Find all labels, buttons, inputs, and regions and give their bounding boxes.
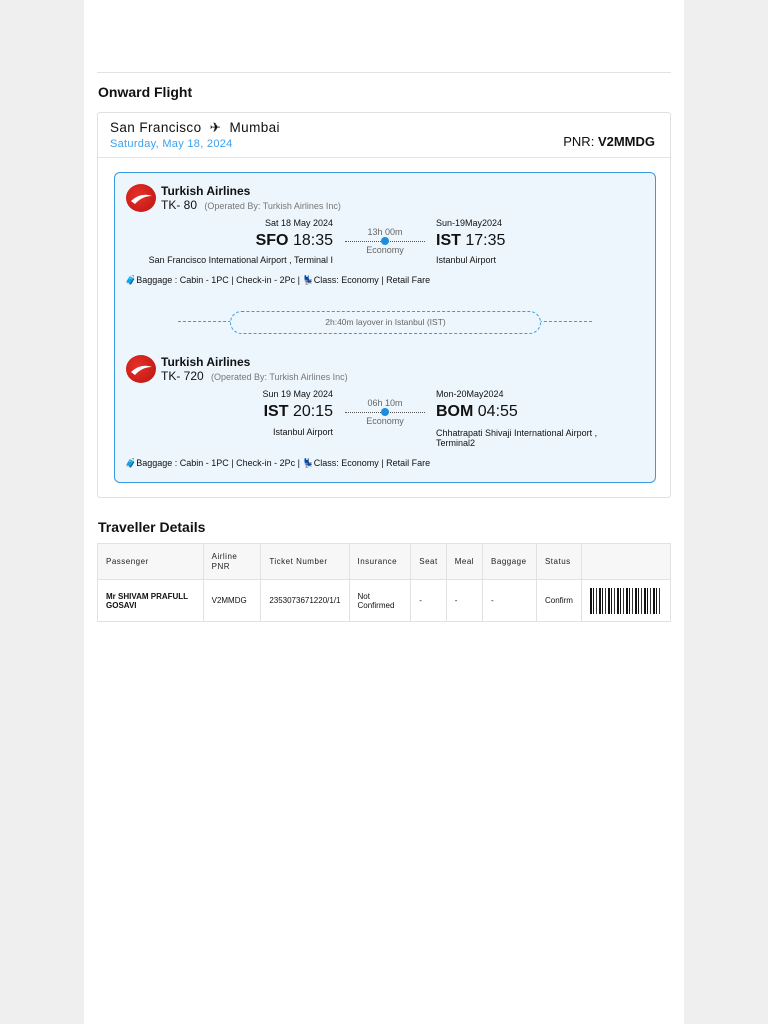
departure-date: Sat 18 May 2024 <box>264 218 333 228</box>
insurance: Not Confirmed <box>348 579 412 622</box>
baggage-icon: 🧳 <box>125 275 137 285</box>
departure-clock: 20:15 <box>292 403 333 420</box>
traveller-details-title: Traveller Details <box>98 519 206 535</box>
traveller-table: Passenger Airline PNR Ticket Number Insu… <box>97 543 671 622</box>
airline-name: Turkish Airlines <box>161 184 251 198</box>
flight-code: TK- 80 <box>161 198 198 212</box>
seat-icon: 💺 <box>302 458 314 468</box>
route: San Francisco ✈ Mumbai <box>110 120 280 136</box>
meal: - <box>445 579 484 622</box>
segment-1: Turkish Airlines TK- 80 (Operated By: Tu… <box>115 173 655 303</box>
arrival-clock: 04:55 <box>477 403 518 420</box>
class-info: Class: Economy | Retail Fare <box>313 458 431 468</box>
operated-by: (Operated By: Turkish Airlines Inc) <box>204 201 341 211</box>
arrival-airport: Chhatrapati Shivaji International Airpor… <box>436 428 598 448</box>
route-header: San Francisco ✈ Mumbai Saturday, May 18,… <box>98 113 670 158</box>
cabin: Economy <box>366 245 404 255</box>
col-ticket-number: Ticket Number <box>260 543 350 580</box>
onward-flight-title: Onward Flight <box>98 84 193 100</box>
pnr-value: V2MMDG <box>597 134 655 149</box>
segments-box: Turkish Airlines TK- 80 (Operated By: Tu… <box>114 172 656 483</box>
col-barcode <box>581 543 671 580</box>
baggage-icon: 🧳 <box>125 458 137 468</box>
departure-time: IST 20:15 <box>264 403 333 421</box>
layover-info: 2h:40m layover in Istanbul (IST) <box>230 311 541 334</box>
col-insurance: Insurance <box>348 543 412 580</box>
flight-code: TK- 720 <box>161 369 204 383</box>
table-row: Mr SHIVAM PRAFULL GOSAVI V2MMDG 23530736… <box>97 579 671 622</box>
baggage: - <box>482 579 537 622</box>
barcode-icon <box>590 587 662 614</box>
arrival-code: BOM <box>436 403 474 420</box>
arrival-clock: 17:35 <box>465 232 506 249</box>
departure-code: IST <box>263 403 289 420</box>
departure-clock: 18:35 <box>292 232 333 249</box>
arrival-code: IST <box>436 232 461 249</box>
arrival-airport: Istanbul Airport <box>436 255 497 265</box>
arrival-time: BOM 04:55 <box>436 403 518 421</box>
duration: 06h 10m <box>367 398 403 408</box>
turkish-airlines-logo-icon <box>126 355 156 383</box>
barcode-cell <box>581 579 671 622</box>
table-header: Passenger Airline PNR Ticket Number Insu… <box>97 543 671 580</box>
departure-airport: Istanbul Airport <box>272 427 333 437</box>
arrival-date: Sun-19May2024 <box>436 218 503 228</box>
stop-dot <box>381 237 389 245</box>
col-baggage: Baggage <box>482 543 537 580</box>
departure-time: SFO 18:35 <box>256 232 333 250</box>
arrival-date: Mon-20May2024 <box>436 389 504 399</box>
flight-number: TK- 80 (Operated By: Turkish Airlines In… <box>161 198 341 212</box>
departure-airport: San Francisco International Airport , Te… <box>148 255 333 265</box>
col-airline-pnr: Airline PNR <box>202 543 262 580</box>
operated-by: (Operated By: Turkish Airlines Inc) <box>211 372 348 382</box>
destination-city: Mumbai <box>229 120 280 135</box>
cabin: Economy <box>366 416 404 426</box>
stop-dot <box>381 408 389 416</box>
divider <box>97 72 671 73</box>
col-passenger: Passenger <box>97 543 204 580</box>
travel-date: Saturday, May 18, 2024 <box>110 138 233 150</box>
origin-city: San Francisco <box>110 120 202 135</box>
status: Confirm <box>535 579 583 622</box>
fare-info: 🧳Baggage : Cabin - 1PC | Check-in - 2Pc … <box>125 458 430 469</box>
seat-icon: 💺 <box>302 275 314 285</box>
col-seat: Seat <box>410 543 447 580</box>
turkish-airlines-logo-icon <box>126 184 156 212</box>
departure-code: SFO <box>255 232 289 249</box>
airline-pnr: V2MMDG <box>202 579 262 622</box>
flight-number: TK- 720 (Operated By: Turkish Airlines I… <box>161 369 348 383</box>
ticket-number: 2353073671220/1/1 <box>260 579 350 622</box>
baggage-info: Baggage : Cabin - 1PC | Check-in - 2Pc | <box>136 458 300 468</box>
col-meal: Meal <box>445 543 484 580</box>
airline-name: Turkish Airlines <box>161 355 251 369</box>
segment-2: Turkish Airlines TK- 720 (Operated By: T… <box>115 344 655 474</box>
col-status: Status <box>535 543 583 580</box>
class-info: Class: Economy | Retail Fare <box>313 275 431 285</box>
departure-date: Sun 19 May 2024 <box>262 389 333 399</box>
seat: - <box>410 579 447 622</box>
pnr-label: PNR: <box>563 134 595 149</box>
plane-icon: ✈ <box>209 120 222 135</box>
fare-info: 🧳Baggage : Cabin - 1PC | Check-in - 2Pc … <box>125 275 430 286</box>
duration: 13h 00m <box>367 227 403 237</box>
arrival-time: IST 17:35 <box>436 232 505 250</box>
pnr: PNR: V2MMDG <box>563 134 655 149</box>
passenger-name: Mr SHIVAM PRAFULL GOSAVI <box>97 579 204 622</box>
baggage-info: Baggage : Cabin - 1PC | Check-in - 2Pc | <box>136 275 300 285</box>
flight-card: San Francisco ✈ Mumbai Saturday, May 18,… <box>97 112 671 498</box>
